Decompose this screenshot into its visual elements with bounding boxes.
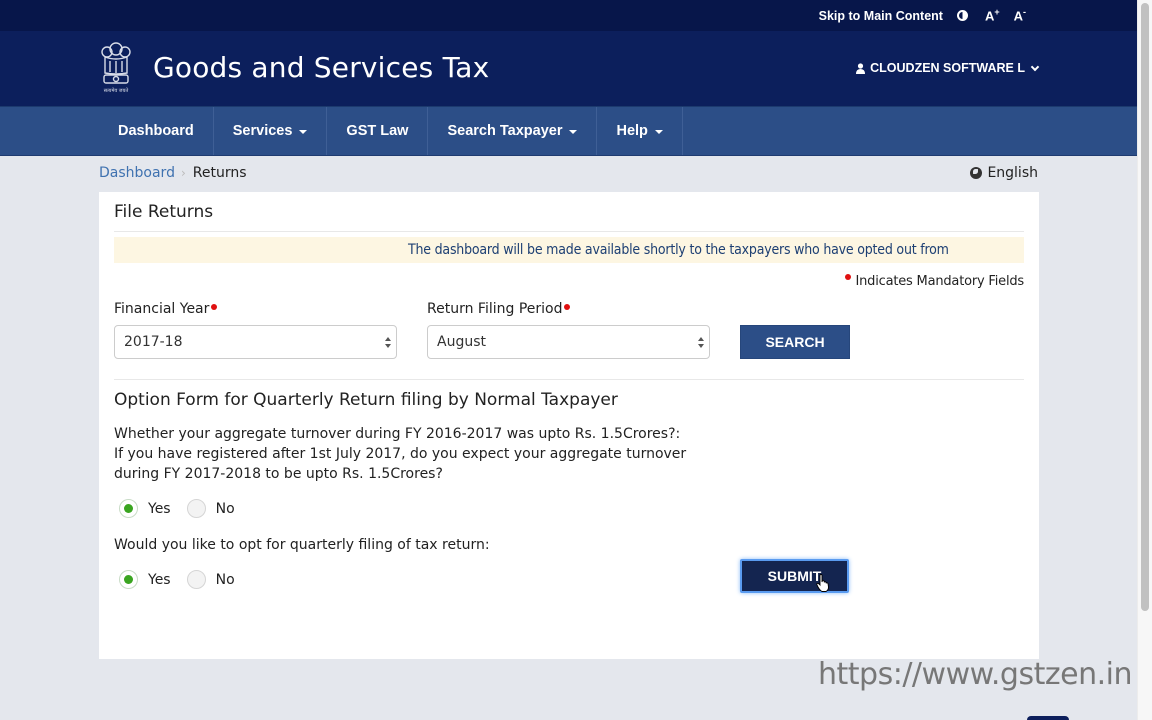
divider bbox=[114, 231, 1024, 232]
national-emblem-icon[interactable]: सत्यमेव जयते bbox=[98, 39, 134, 97]
quarterly-yes-radio[interactable] bbox=[119, 570, 138, 589]
breadcrumb-current: Returns bbox=[192, 165, 247, 181]
increase-font-button[interactable]: A+ bbox=[985, 7, 1000, 23]
return-period-label: Return Filing Period bbox=[427, 301, 574, 317]
radio-label[interactable]: Yes bbox=[148, 572, 171, 588]
decrease-font-button[interactable]: A- bbox=[1014, 7, 1026, 23]
select-arrows-icon bbox=[698, 337, 704, 349]
hand-pointer-cursor-icon bbox=[816, 574, 829, 592]
radio-label[interactable]: Yes bbox=[148, 501, 171, 517]
quarterly-radio-group: Yes No bbox=[119, 570, 251, 589]
skip-to-main-content-link[interactable]: Skip to Main Content bbox=[819, 9, 943, 23]
panel-title: File Returns bbox=[114, 202, 214, 222]
chevron-down-icon bbox=[1030, 62, 1040, 71]
scrollbar-thumb[interactable] bbox=[1141, 3, 1149, 611]
user-name: CLOUDZEN SOFTWARE L bbox=[870, 61, 1025, 75]
plus-sup: + bbox=[994, 7, 1000, 18]
svg-text:सत्यमेव जयते: सत्यमेव जयते bbox=[104, 87, 129, 94]
financial-year-value: 2017-18 bbox=[124, 334, 183, 350]
user-icon bbox=[856, 62, 866, 74]
caret-down-icon bbox=[299, 130, 308, 134]
language-selector[interactable]: English bbox=[970, 165, 1038, 181]
main-nav: Dashboard Services GST Law Search Taxpay… bbox=[0, 106, 1137, 156]
nav-item-services[interactable]: Services bbox=[214, 107, 328, 155]
accessibility-tools: Skip to Main Content A+ A- bbox=[819, 0, 1040, 31]
submit-button[interactable]: SUBMIT bbox=[740, 559, 849, 593]
breadcrumb-dashboard-link[interactable]: Dashboard bbox=[99, 165, 175, 181]
required-dot-icon bbox=[564, 304, 571, 310]
page-scrollbar[interactable] bbox=[1137, 0, 1152, 720]
select-arrows-icon bbox=[385, 337, 391, 349]
mandatory-note: Indicates Mandatory Fields bbox=[844, 274, 1025, 289]
turnover-no-radio[interactable] bbox=[186, 499, 206, 518]
mandatory-note-text: Indicates Mandatory Fields bbox=[855, 274, 1025, 289]
contrast-icon[interactable] bbox=[956, 10, 968, 21]
nav-item-label: GST Law bbox=[346, 123, 409, 139]
nav-item-label: Help bbox=[616, 123, 648, 139]
financial-year-select[interactable]: 2017-18 bbox=[114, 325, 397, 359]
question-line: Whether your aggregate turnover during F… bbox=[114, 426, 681, 442]
question-line: If you have registered after 1st July 20… bbox=[114, 446, 687, 462]
return-period-value: August bbox=[437, 334, 486, 350]
nav-item-gst-law[interactable]: GST Law bbox=[327, 107, 429, 155]
nav-item-help[interactable]: Help bbox=[597, 107, 683, 155]
file-returns-panel: File Returns The dashboard will be made … bbox=[99, 192, 1039, 659]
turnover-question: Whether your aggregate turnover during F… bbox=[114, 424, 686, 484]
turnover-radio-group: Yes No bbox=[119, 499, 251, 518]
option-form-title: Option Form for Quarterly Return filing … bbox=[114, 390, 618, 410]
breadcrumb-separator-icon: › bbox=[180, 166, 186, 180]
required-dot-icon bbox=[211, 304, 218, 310]
nav-item-search-taxpayer[interactable]: Search Taxpayer bbox=[428, 107, 598, 155]
increase-font-label: A bbox=[984, 8, 995, 24]
turnover-yes-radio[interactable] bbox=[119, 499, 138, 518]
radio-label[interactable]: No bbox=[216, 572, 235, 588]
breadcrumb: Dashboard › Returns bbox=[99, 165, 247, 181]
user-menu[interactable]: CLOUDZEN SOFTWARE L bbox=[856, 61, 1040, 75]
question-line: during FY 2017-2018 to be upto Rs. 1.5Cr… bbox=[114, 466, 443, 482]
caret-down-icon bbox=[654, 130, 663, 134]
quarterly-filing-question: Would you like to opt for quarterly fili… bbox=[114, 537, 490, 553]
globe-icon bbox=[970, 167, 983, 179]
nav-item-label: Search Taxpayer bbox=[447, 123, 563, 139]
language-label: English bbox=[987, 165, 1038, 181]
nav-item-label: Services bbox=[232, 123, 293, 139]
radio-label[interactable]: No bbox=[216, 501, 235, 517]
back-to-top-button[interactable] bbox=[1027, 716, 1069, 720]
nav-item-label: Dashboard bbox=[118, 123, 194, 139]
caret-down-icon bbox=[569, 130, 578, 134]
notice-text: The dashboard will be made available sho… bbox=[408, 242, 949, 258]
notice-marquee: The dashboard will be made available sho… bbox=[114, 237, 1024, 263]
site-header: सत्यमेव जयते Goods and Services Tax CLOU… bbox=[0, 31, 1137, 106]
watermark-url: https://www.gstzen.in bbox=[818, 657, 1132, 692]
financial-year-label-text: Financial Year bbox=[114, 301, 210, 317]
divider bbox=[114, 379, 1024, 380]
return-period-select[interactable]: August bbox=[427, 325, 710, 359]
required-dot-icon bbox=[844, 274, 851, 280]
minus-sup: - bbox=[1023, 7, 1026, 18]
nav-item-dashboard[interactable]: Dashboard bbox=[99, 107, 214, 155]
quarterly-no-radio[interactable] bbox=[186, 570, 206, 589]
top-utility-bar: Skip to Main Content A+ A- bbox=[0, 0, 1137, 31]
return-period-label-text: Return Filing Period bbox=[427, 301, 563, 317]
decrease-font-label: A bbox=[1013, 8, 1023, 24]
site-title[interactable]: Goods and Services Tax bbox=[153, 51, 489, 84]
financial-year-label: Financial Year bbox=[114, 301, 221, 317]
search-button[interactable]: SEARCH bbox=[740, 325, 850, 359]
